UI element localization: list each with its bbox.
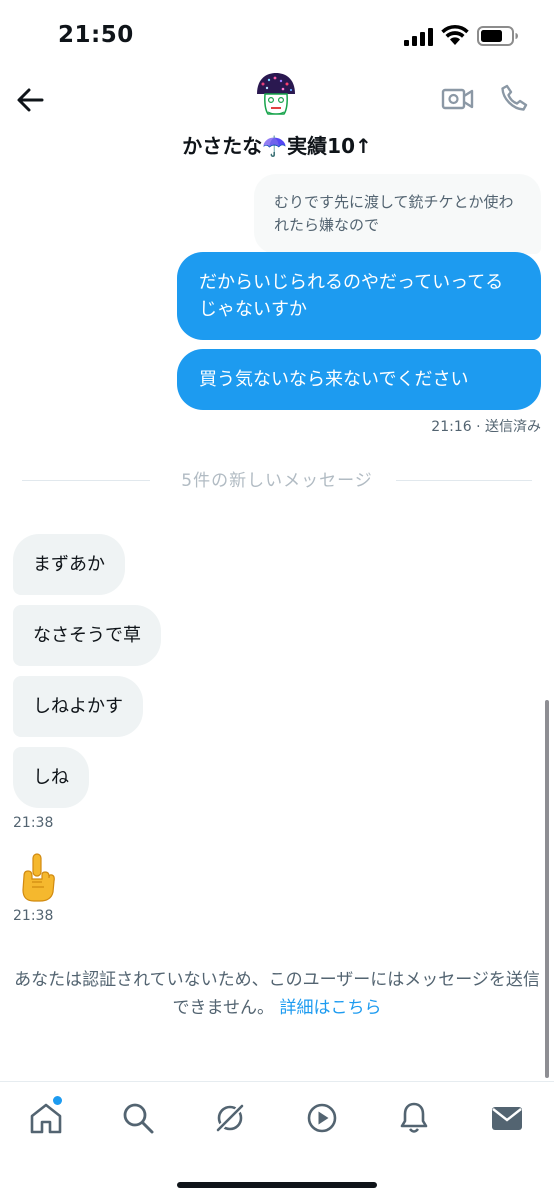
incoming-message[interactable]: なさそうで草 [13, 605, 161, 666]
phone-icon[interactable] [498, 82, 530, 114]
battery-icon [477, 26, 518, 46]
cellular-signal-icon [404, 28, 433, 46]
middle-finger-emoji-icon[interactable] [18, 852, 56, 904]
message-text: 買う気ないなら来ないでください [199, 369, 469, 390]
message-text: しね [33, 767, 69, 788]
back-arrow-icon[interactable] [14, 84, 46, 116]
new-messages-divider: 5件の新しいメッセージ [22, 466, 532, 492]
message-text: まずあか [33, 554, 105, 575]
play-icon[interactable] [304, 1100, 340, 1136]
status-bar: 21:50 [0, 0, 554, 70]
home-indicator[interactable] [177, 1182, 377, 1188]
bell-icon[interactable] [396, 1100, 432, 1136]
wifi-icon [441, 24, 469, 45]
avatar[interactable] [253, 72, 299, 118]
notification-dot [53, 1096, 62, 1105]
divider-line [396, 480, 532, 481]
scrollbar[interactable] [545, 700, 549, 1078]
message-text: しねよかす [33, 696, 123, 717]
incoming-message[interactable]: まずあか [13, 534, 125, 595]
home-icon[interactable] [28, 1100, 64, 1136]
message-text: むりです先に渡して銃チケとか使われたら嫌なので [274, 193, 514, 234]
incoming-message[interactable]: しねよかす [13, 676, 143, 737]
conversation-header: かさたな☂️実績10↑ [0, 70, 554, 168]
message-timestamp: 21:16 · 送信済み [431, 419, 541, 435]
outgoing-message[interactable]: 買う気ないなら来ないでください [177, 349, 541, 410]
outgoing-message[interactable]: むりです先に渡して銃チケとか使われたら嫌なので [254, 174, 541, 254]
message-timestamp: 21:38 [13, 908, 54, 924]
outgoing-message[interactable]: だからいじられるのやだっていってるじゃないすか [177, 252, 541, 340]
video-call-icon[interactable] [441, 84, 475, 114]
mail-icon[interactable] [489, 1100, 525, 1136]
divider-label: 5件の新しいメッセージ [181, 471, 373, 491]
incoming-message[interactable]: しね [13, 747, 89, 808]
search-icon[interactable] [120, 1100, 156, 1136]
message-text: だからいじられるのやだっていってるじゃないすか [199, 272, 504, 320]
grok-icon[interactable] [212, 1100, 248, 1136]
avatar-image [253, 72, 299, 118]
notice-text: あなたは認証されていないため、このユーザーにはメッセージを送信できません。 [14, 970, 540, 1018]
cannot-message-notice: あなたは認証されていないため、このユーザーにはメッセージを送信できません。 詳細… [10, 966, 544, 1022]
contact-name: かさたな☂️実績10↑ [182, 134, 372, 158]
bottom-nav [0, 1081, 554, 1200]
status-time: 21:50 [58, 22, 134, 48]
message-timestamp: 21:38 [13, 815, 54, 831]
message-text: なさそうで草 [33, 625, 141, 646]
learn-more-link[interactable]: 詳細はこちら [279, 998, 381, 1018]
